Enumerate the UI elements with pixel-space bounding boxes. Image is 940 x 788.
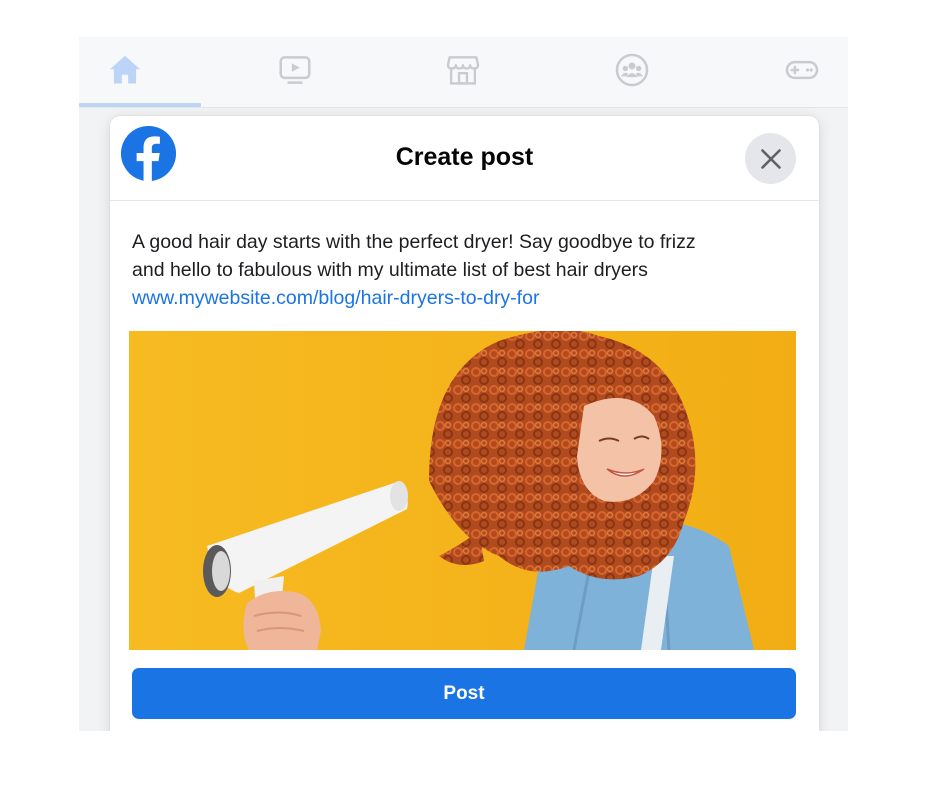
tab-marketplace[interactable] [417,37,509,103]
post-link[interactable]: www.mywebsite.com/blog/hair-dryers-to-dr… [132,287,539,309]
post-image [129,331,796,650]
home-icon [109,55,141,84]
dialog-header: Create post [110,116,819,201]
create-post-dialog: Create post A good hair day starts with … [110,116,819,731]
post-text-line: and hello to fabulous with my ultimate l… [132,259,648,281]
groups-icon [615,53,649,87]
post-text[interactable]: A good hair day starts with the perfect … [132,228,792,312]
post-text-line: A good hair day starts with the perfect … [132,231,696,253]
app-frame: Create post A good hair day starts with … [79,37,848,731]
woman-with-hair-dryer-photo [129,331,796,650]
post-button[interactable]: Post [132,668,796,719]
close-icon [760,148,781,169]
active-tab-indicator [79,103,201,107]
tab-groups[interactable] [586,37,678,103]
tab-home[interactable] [79,37,171,103]
gamepad-icon [785,60,819,80]
dialog-title: Create post [395,143,534,171]
tab-gaming[interactable] [756,37,848,103]
video-icon [279,56,311,84]
close-button[interactable] [745,133,796,184]
store-icon [446,56,480,85]
top-navigation [79,37,848,108]
tab-watch[interactable] [249,37,341,103]
